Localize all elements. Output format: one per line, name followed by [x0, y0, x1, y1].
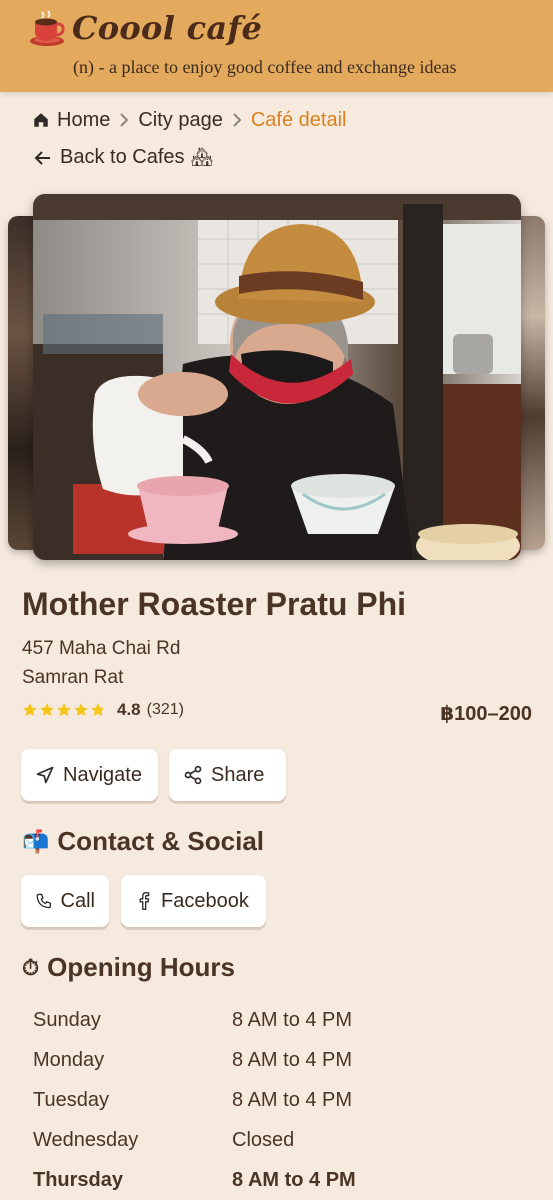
navigation-arrow-icon: [36, 766, 54, 784]
rating-row: 4.8 (321): [22, 700, 184, 720]
barista-pour-over-photo: [33, 194, 521, 560]
hours-time: 8 AM to 4 PM: [232, 1008, 353, 1031]
brand[interactable]: Coool café: [28, 8, 262, 48]
photo-carousel[interactable]: [0, 190, 553, 564]
star-icon: [40, 703, 54, 716]
facebook-button[interactable]: Facebook: [121, 875, 266, 927]
app-header: Coool café (n) - a place to enjoy good c…: [0, 0, 553, 92]
hours-time: 8 AM to 4 PM: [232, 1048, 353, 1071]
hours-row: Monday 8 AM to 4 PM: [33, 1040, 453, 1080]
stopwatch-icon: ⏱: [22, 954, 40, 980]
hours-day: Monday: [33, 1048, 105, 1071]
hours-time: 8 AM to 4 PM: [232, 1088, 353, 1111]
contact-title-label: Contact & Social: [57, 826, 264, 856]
hours-title-label: Opening Hours: [47, 952, 235, 982]
address-line-2: Samran Rat: [22, 667, 124, 688]
hours-day: Sunday: [33, 1008, 101, 1031]
hours-row: Wednesday Closed: [33, 1120, 453, 1160]
breadcrumb-home[interactable]: Home: [32, 109, 110, 132]
hours-section-title: ⏱ Opening Hours: [22, 952, 235, 983]
hours-row: Sunday 8 AM to 4 PM: [33, 1000, 453, 1040]
navigate-label: Navigate: [63, 763, 142, 786]
star-rating: [22, 702, 107, 718]
call-label: Call: [60, 889, 95, 912]
price-range: ฿100–200: [440, 703, 532, 725]
arrow-left-icon: [34, 150, 50, 165]
facebook-icon: [139, 892, 150, 910]
houses-emoji: 🏘: [190, 147, 214, 167]
share-icon: [184, 765, 202, 785]
review-count: (321): [146, 701, 184, 718]
cafe-name: Mother Roaster Pratu Phi: [22, 586, 407, 622]
hours-day: Thursday: [33, 1168, 124, 1191]
call-button[interactable]: Call: [21, 875, 109, 927]
rating-value: 4.8: [117, 700, 141, 719]
breadcrumb: Home City page Café detail: [32, 106, 346, 134]
home-icon: [34, 113, 48, 127]
opening-hours-table: Sunday 8 AM to 4 PM Monday 8 AM to 4 PM …: [33, 1000, 453, 1200]
hours-time: Closed: [232, 1128, 295, 1151]
hours-time: 8 AM to 4 PM: [232, 1168, 356, 1191]
phone-icon: [36, 893, 52, 909]
coffee-cup-icon: [28, 8, 66, 48]
hours-day: Wednesday: [33, 1128, 139, 1151]
contact-section-title: 📬 Contact & Social: [22, 826, 264, 857]
share-label: Share: [211, 763, 265, 786]
breadcrumb-city[interactable]: City page: [138, 109, 223, 132]
tagline: (n) - a place to enjoy good coffee and e…: [73, 57, 457, 77]
star-icon: [74, 703, 88, 716]
breadcrumb-current: Café detail: [250, 108, 347, 131]
hours-row-today: Thursday 8 AM to 4 PM: [33, 1160, 453, 1200]
brand-title: Coool café: [72, 9, 263, 47]
share-button[interactable]: Share: [169, 749, 286, 801]
chevron-right-icon: [118, 111, 130, 129]
back-to-cafes-link[interactable]: Back to Cafes 🏘: [34, 146, 213, 169]
facebook-label: Facebook: [161, 889, 249, 912]
star-icon: [23, 703, 37, 716]
hours-day: Tuesday: [33, 1088, 109, 1111]
breadcrumb-home-label: Home: [57, 108, 111, 131]
navigate-button[interactable]: Navigate: [21, 749, 158, 801]
hours-row: Tuesday 8 AM to 4 PM: [33, 1080, 453, 1120]
chevron-right-icon: [231, 111, 243, 129]
star-icon: [57, 703, 71, 716]
star-icon: [91, 703, 105, 716]
mailbox-icon: 📬: [22, 828, 50, 854]
cafe-photo[interactable]: [33, 194, 521, 560]
address-line-1: 457 Maha Chai Rd: [22, 638, 181, 659]
back-label: Back to Cafes: [60, 146, 185, 168]
